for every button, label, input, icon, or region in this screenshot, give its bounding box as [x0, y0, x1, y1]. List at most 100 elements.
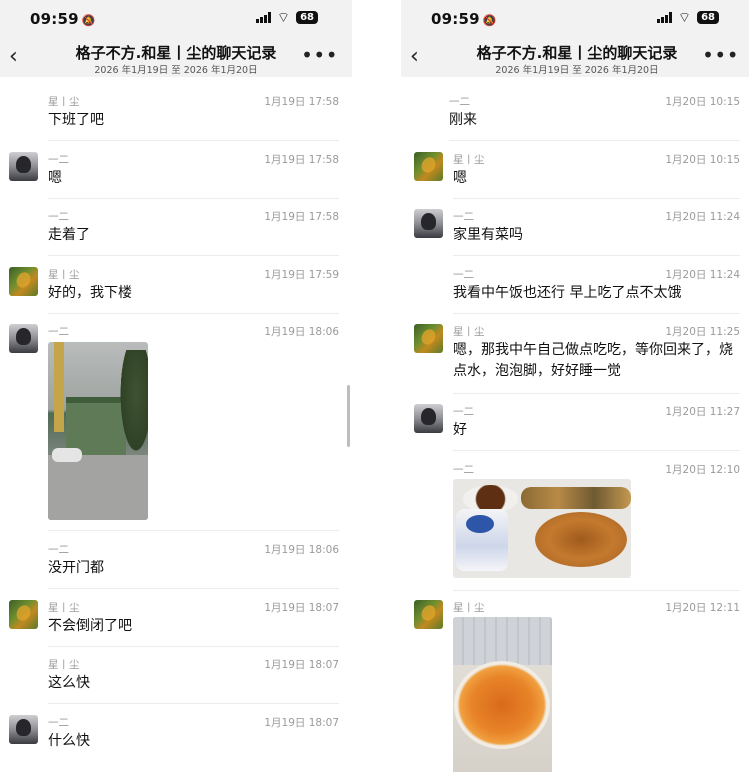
sender-name: 星丨尘	[48, 96, 80, 108]
message-text: 走着了	[48, 227, 90, 243]
sender-name: 一二	[453, 406, 474, 418]
divider	[453, 313, 740, 314]
message-time: 1月19日 18:07	[264, 659, 339, 671]
message-time: 1月20日 10:15	[665, 96, 740, 108]
sender-name: 一二	[48, 211, 69, 223]
sender-name: 一二	[48, 544, 69, 556]
sender-name: 一二	[453, 211, 474, 223]
divider	[48, 140, 339, 141]
avatar[interactable]	[414, 600, 443, 629]
avatar[interactable]	[9, 267, 38, 296]
food-tray-photo[interactable]	[453, 479, 631, 578]
divider	[48, 313, 339, 314]
message-list[interactable]: 星丨尘 1月19日 17:58 下班了吧 一二 1月19日 17:58 嗯 一二…	[0, 77, 352, 772]
bell-slash-icon: 🔕	[482, 14, 497, 27]
message-text: 家里有菜吗	[453, 227, 523, 243]
photo-detail	[453, 617, 552, 665]
avatar[interactable]	[9, 152, 38, 181]
message-time: 1月20日 12:10	[665, 464, 740, 476]
divider	[48, 646, 339, 647]
message-time: 1月19日 18:06	[264, 326, 339, 338]
divider	[48, 198, 339, 199]
sender-name: 星丨尘	[48, 269, 80, 281]
status-time: 09:59 🔕	[431, 10, 497, 28]
sender-name: 一二	[48, 326, 69, 338]
wifi-icon: ⌔	[677, 9, 692, 26]
signal-icon	[256, 12, 271, 23]
photo-detail	[454, 661, 550, 749]
message-text: 嗯，那我中午自己做点吃吃，等你回来了，烧点水，泡泡脚，好好睡一觉	[453, 342, 733, 379]
date-range: 2026 年1月19日 至 2026 年1月20日	[495, 65, 659, 76]
page-title: 格子不方.和星丨尘的聊天记录	[476, 44, 678, 62]
message-time: 1月20日 12:11	[665, 602, 740, 614]
photo-detail	[54, 342, 64, 432]
more-dots-icon[interactable]: •••	[702, 43, 739, 67]
sender-name: 一二	[48, 154, 69, 166]
avatar[interactable]	[9, 324, 38, 353]
more-dots-icon[interactable]: •••	[301, 43, 338, 67]
message-time: 1月20日 11:25	[665, 326, 740, 338]
sender-name: 星丨尘	[453, 602, 485, 614]
sender-name: 星丨尘	[48, 659, 80, 671]
message-time: 1月20日 11:24	[665, 269, 740, 281]
message-text: 我看中午饭也还行 早上吃了点不太饿	[453, 285, 682, 301]
photo-detail	[456, 509, 508, 571]
divider	[449, 140, 740, 141]
divider	[48, 530, 339, 531]
message-time: 1月19日 18:06	[264, 544, 339, 556]
divider	[48, 703, 339, 704]
status-icons: ⌔ 68	[657, 9, 719, 26]
avatar[interactable]	[414, 404, 443, 433]
photo-detail	[535, 512, 627, 567]
divider	[453, 590, 740, 591]
sender-name: 一二	[449, 96, 470, 108]
message-text: 不会倒闭了吧	[48, 618, 132, 634]
message-text: 什么快	[48, 733, 90, 749]
message-text: 这么快	[48, 675, 90, 691]
sender-name: 一二	[453, 269, 474, 281]
left-chat-screen: 09:59 🔕 ⌔ 68 ‹ 格子不方.和星丨尘的聊天记录 2026 年1月19日…	[0, 0, 352, 772]
avatar[interactable]	[414, 324, 443, 353]
eggs-bowl-photo[interactable]	[453, 617, 552, 772]
sender-name: 星丨尘	[48, 602, 80, 614]
message-text: 刚来	[449, 112, 477, 128]
right-chat-screen: 09:59 🔕 ⌔ 68 ‹ 格子不方.和星丨尘的聊天记录 2026 年1月19日…	[401, 0, 749, 772]
photo-detail	[52, 448, 82, 462]
divider	[453, 450, 740, 451]
wifi-icon: ⌔	[276, 9, 291, 26]
nav-bar: 09:59 🔕 ⌔ 68 ‹ 格子不方.和星丨尘的聊天记录 2026 年1月19日…	[0, 0, 352, 77]
message-time: 1月20日 11:24	[665, 211, 740, 223]
avatar[interactable]	[9, 715, 38, 744]
divider	[453, 198, 740, 199]
message-time: 1月19日 17:58	[264, 154, 339, 166]
date-range: 2026 年1月19日 至 2026 年1月20日	[94, 65, 258, 76]
avatar[interactable]	[9, 600, 38, 629]
sender-name: 一二	[48, 717, 69, 729]
bell-slash-icon: 🔕	[81, 14, 96, 27]
photo-detail	[118, 350, 148, 460]
sender-name: 星丨尘	[453, 154, 485, 166]
divider	[453, 393, 740, 394]
photo-detail	[521, 487, 631, 509]
message-text: 没开门都	[48, 560, 104, 576]
building-photo[interactable]	[48, 342, 148, 520]
status-icons: ⌔ 68	[256, 9, 318, 26]
signal-icon	[657, 12, 672, 23]
message-list[interactable]: 一二 1月20日 10:15 刚来 星丨尘 1月20日 10:15 嗯 一二 1…	[401, 77, 749, 772]
scrollbar[interactable]	[347, 385, 350, 447]
message-time: 1月20日 11:27	[665, 406, 740, 418]
message-text: 嗯	[48, 170, 62, 186]
divider	[48, 588, 339, 589]
divider	[453, 255, 740, 256]
message-time: 1月20日 10:15	[665, 154, 740, 166]
sender-name: 星丨尘	[453, 326, 485, 338]
avatar[interactable]	[414, 209, 443, 238]
message-text: 下班了吧	[48, 112, 104, 128]
nav-bar: 09:59 🔕 ⌔ 68 ‹ 格子不方.和星丨尘的聊天记录 2026 年1月19日…	[401, 0, 749, 77]
message-time: 1月19日 17:59	[264, 269, 339, 281]
status-time: 09:59 🔕	[30, 10, 96, 28]
message-text: 好的，我下楼	[48, 285, 132, 301]
message-time: 1月19日 17:58	[264, 211, 339, 223]
message-time: 1月19日 17:58	[264, 96, 339, 108]
avatar[interactable]	[414, 152, 443, 181]
